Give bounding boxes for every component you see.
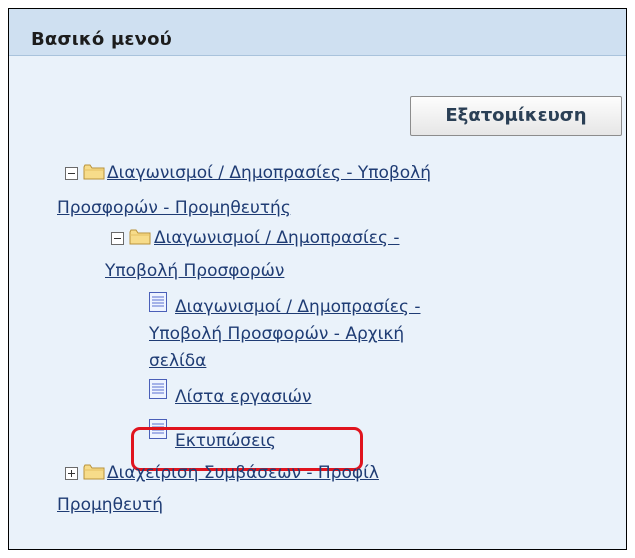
collapse-toggle-icon[interactable] xyxy=(111,232,124,245)
folder-icon xyxy=(129,229,151,245)
tree-link-contracts-line2[interactable]: Προμηθευτή xyxy=(57,495,163,515)
tree-node-tenders-supplier-cont: Προσφορών - Προμηθευτής xyxy=(57,196,291,221)
expand-toggle-icon[interactable] xyxy=(65,467,78,480)
folder-icon xyxy=(83,464,105,480)
tree-leaf-home: Διαγωνισμοί / Δημοπρασίες - xyxy=(175,295,421,320)
panel-title: Βασικό μενού xyxy=(31,29,172,50)
tree-node-tenders-bids-cont: Υποβολή Προσφορών xyxy=(105,259,284,284)
tree-leaf-home-cont2: σελίδα xyxy=(149,349,206,374)
tree-link-tenders-bids-line2[interactable]: Υποβολή Προσφορών xyxy=(105,261,284,281)
tree-node-tenders-supplier: Διαγωνισμοί / Δημοπρασίες - Υποβολή xyxy=(107,161,431,186)
panel-header: Βασικό μενού xyxy=(9,9,626,56)
tree-leaf-worklist: Λίστα εργασιών xyxy=(175,385,312,410)
tree-link-worklist[interactable]: Λίστα εργασιών xyxy=(175,387,312,407)
tree-link-tenders-supplier-line2[interactable]: Προσφορών - Προμηθευτής xyxy=(57,198,291,218)
tree-link-tenders-supplier-line1[interactable]: Διαγωνισμοί / Δημοπρασίες - Υποβολή xyxy=(107,163,431,183)
folder-icon xyxy=(83,164,105,180)
tree-link-tenders-bids-line1[interactable]: Διαγωνισμοί / Δημοπρασίες - xyxy=(154,228,400,248)
tree-node-contracts: Διαχείριση Συμβάσεων - Προφίλ xyxy=(107,461,379,486)
collapse-toggle-icon[interactable] xyxy=(65,167,78,180)
tree-link-home-line3[interactable]: σελίδα xyxy=(149,351,206,371)
document-icon xyxy=(149,292,167,312)
tree-link-home-line2[interactable]: Υποβολή Προσφορών - Αρχική xyxy=(149,324,404,344)
tree-leaf-home-cont: Υποβολή Προσφορών - Αρχική xyxy=(149,322,404,347)
tree-link-home-line1[interactable]: Διαγωνισμοί / Δημοπρασίες - xyxy=(175,297,421,317)
tree-node-tenders-bids: Διαγωνισμοί / Δημοπρασίες - xyxy=(154,226,400,251)
tree-link-contracts-line1[interactable]: Διαχείριση Συμβάσεων - Προφίλ xyxy=(107,463,379,483)
main-menu-panel: Βασικό μενού Εξατομίκευση Διαγωνισμοί / … xyxy=(8,8,627,550)
document-icon xyxy=(149,379,167,399)
tree-node-contracts-cont: Προμηθευτή xyxy=(57,493,163,518)
personalize-button[interactable]: Εξατομίκευση xyxy=(410,96,622,136)
